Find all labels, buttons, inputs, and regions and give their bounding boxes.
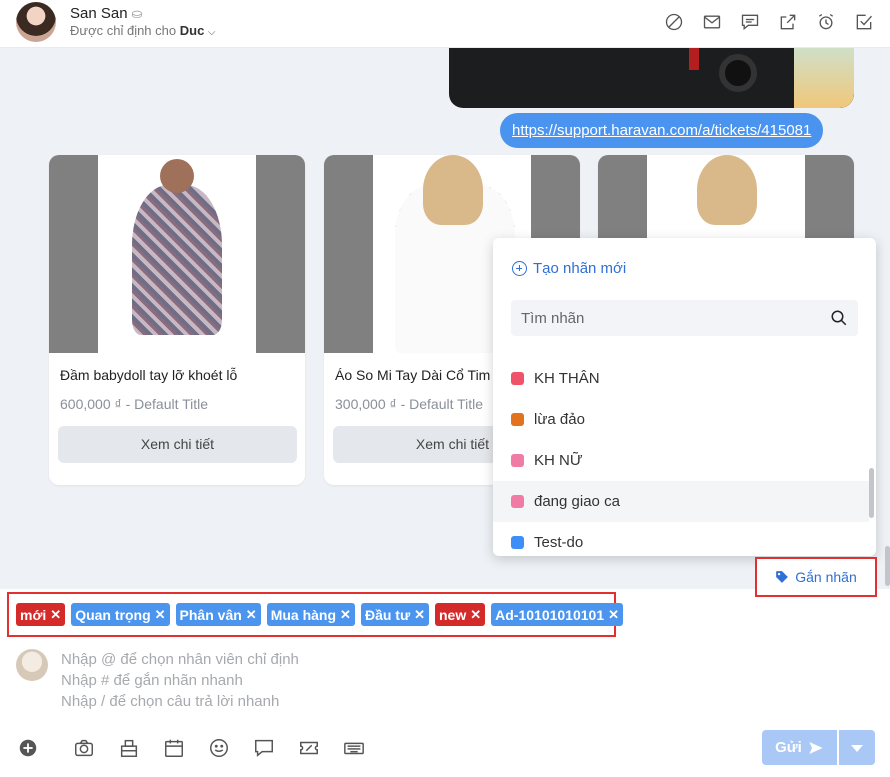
plus-circle-icon[interactable] (16, 735, 40, 761)
open-external-icon[interactable] (776, 10, 800, 34)
calendar-icon[interactable] (151, 735, 196, 761)
view-detail-button[interactable]: Xem chi tiết (58, 426, 297, 463)
label-color-swatch (511, 372, 524, 385)
send-options-button[interactable] (839, 730, 875, 765)
tag-label: Quan trọng (75, 606, 151, 623)
label-option[interactable]: Test-do (493, 522, 869, 556)
tag-chip: Phân vân ✕ (175, 603, 261, 626)
label-option[interactable]: KH NỮ (493, 440, 869, 481)
product-image[interactable] (49, 155, 305, 353)
product-card: Đầm babydoll tay lỡ khoét lỗ 600,000 ₫ -… (49, 155, 305, 485)
ticket-link-message[interactable]: https://support.haravan.com/a/tickets/41… (500, 113, 824, 148)
chat-scrollbar[interactable] (885, 546, 890, 586)
composer-toolbar (16, 735, 376, 761)
product-price: 600,000 ₫ - Default Title (60, 396, 209, 412)
label-option[interactable]: KH THÂN (493, 358, 869, 399)
conversation-header: San San ⛀ Được chỉ định cho Duc ⌵ (0, 0, 890, 48)
tag-label: Đầu tư (364, 606, 411, 623)
label-color-swatch (511, 536, 524, 549)
label-color-swatch (511, 454, 524, 467)
create-label-text: Tạo nhãn mới (533, 260, 627, 277)
customer-avatar[interactable] (16, 2, 56, 42)
tag-chip: Đầu tư ✕ (360, 603, 429, 626)
assign-label-button[interactable]: Gắn nhãn (755, 557, 877, 597)
label-color-swatch (511, 495, 524, 508)
assignment-info[interactable]: Được chỉ định cho Duc ⌵ (70, 23, 216, 38)
label-option-text: KH NỮ (534, 452, 583, 469)
create-label-button[interactable]: Tạo nhãn mới (512, 260, 626, 277)
assigned-prefix: Được chỉ định cho (70, 23, 177, 38)
tag-chip: Mua hàng ✕ (266, 603, 355, 626)
label-search-input[interactable] (511, 300, 811, 336)
dress-shape (132, 185, 222, 335)
model-hair (423, 155, 483, 225)
label-list-scrollbar[interactable] (869, 356, 874, 556)
product-photo (98, 155, 256, 353)
tag-chip: Quan trọng ✕ (71, 603, 170, 626)
block-icon[interactable] (662, 10, 686, 34)
label-search (511, 300, 858, 336)
remove-tag-icon[interactable]: ✕ (470, 607, 481, 623)
camera-icon[interactable] (61, 735, 106, 761)
checkbox-icon[interactable] (852, 10, 876, 34)
bot-icon: ⛀ (131, 6, 143, 21)
comment-icon[interactable] (738, 10, 762, 34)
tag-chip: mới ✕ (16, 603, 66, 626)
send-button[interactable]: Gửi (762, 730, 837, 765)
chevron-down-icon: ⌵ (207, 27, 216, 38)
emoji-icon[interactable] (196, 735, 241, 761)
alarm-icon[interactable] (814, 10, 838, 34)
scrollbar-thumb[interactable] (869, 468, 874, 518)
remove-tag-icon[interactable]: ✕ (50, 607, 61, 623)
tag-icon (776, 571, 789, 583)
remove-tag-icon[interactable]: ✕ (608, 607, 619, 623)
selected-tags: mới ✕ Quan trọng ✕ Phân vân ✕ Mua hàng ✕ Đầu… (7, 592, 624, 637)
remove-tag-icon[interactable]: ✕ (414, 607, 425, 623)
tag-label: Ad-10101010101 (495, 606, 605, 623)
tag-label: Phân vân (179, 606, 242, 623)
photo-detail (689, 48, 699, 70)
agent-avatar (16, 649, 48, 681)
tag-label: Mua hàng (270, 606, 337, 623)
discount-icon[interactable] (286, 735, 331, 761)
model-hair (697, 155, 757, 225)
speech-bubble-icon[interactable] (241, 735, 286, 761)
send-label: Gửi (775, 739, 802, 756)
product-box-icon[interactable] (106, 735, 151, 761)
photo-detail (719, 54, 757, 92)
mail-icon[interactable] (700, 10, 724, 34)
tag-chip: Ad-10101010101 ✕ (491, 603, 624, 626)
label-color-swatch (511, 413, 524, 426)
plus-circle-icon (512, 261, 527, 276)
photo-detail (794, 48, 854, 108)
label-option-text: đang giao ca (534, 493, 620, 510)
caret-down-icon (851, 744, 863, 752)
label-option-text: lừa đảo (534, 411, 585, 428)
message-input[interactable] (61, 649, 841, 713)
model-head (160, 159, 194, 193)
remove-tag-icon[interactable]: ✕ (155, 607, 166, 623)
header-actions (662, 10, 876, 34)
label-dropdown: Tạo nhãn mới KH THÂN lừa đảo KH NỮ đang … (493, 238, 876, 556)
send-icon (809, 741, 823, 754)
tag-chip: new ✕ (435, 603, 486, 626)
label-option-text: KH THÂN (534, 370, 600, 387)
product-price: 300,000 ₫ - Default Title (335, 396, 484, 412)
remove-tag-icon[interactable]: ✕ (246, 607, 257, 623)
label-option[interactable]: lừa đảo (493, 399, 869, 440)
label-option-text: Test-do (534, 534, 584, 551)
customer-name-text: San San (70, 5, 128, 22)
assign-label-text: Gắn nhãn (795, 569, 857, 585)
tag-label: mới (20, 606, 47, 623)
image-message[interactable] (449, 48, 854, 108)
assignee-name: Duc (179, 23, 205, 38)
label-option[interactable]: đang giao ca (493, 481, 869, 522)
customer-name: San San ⛀ (70, 5, 142, 22)
label-list: KH THÂN lừa đảo KH NỮ đang giao ca Test-… (493, 358, 869, 556)
remove-tag-icon[interactable]: ✕ (340, 607, 351, 623)
keyboard-icon[interactable] (331, 735, 376, 761)
tag-label: new (439, 606, 467, 623)
product-title: Đầm babydoll tay lỡ khoét lỗ (60, 367, 238, 383)
search-icon[interactable] (830, 309, 848, 327)
